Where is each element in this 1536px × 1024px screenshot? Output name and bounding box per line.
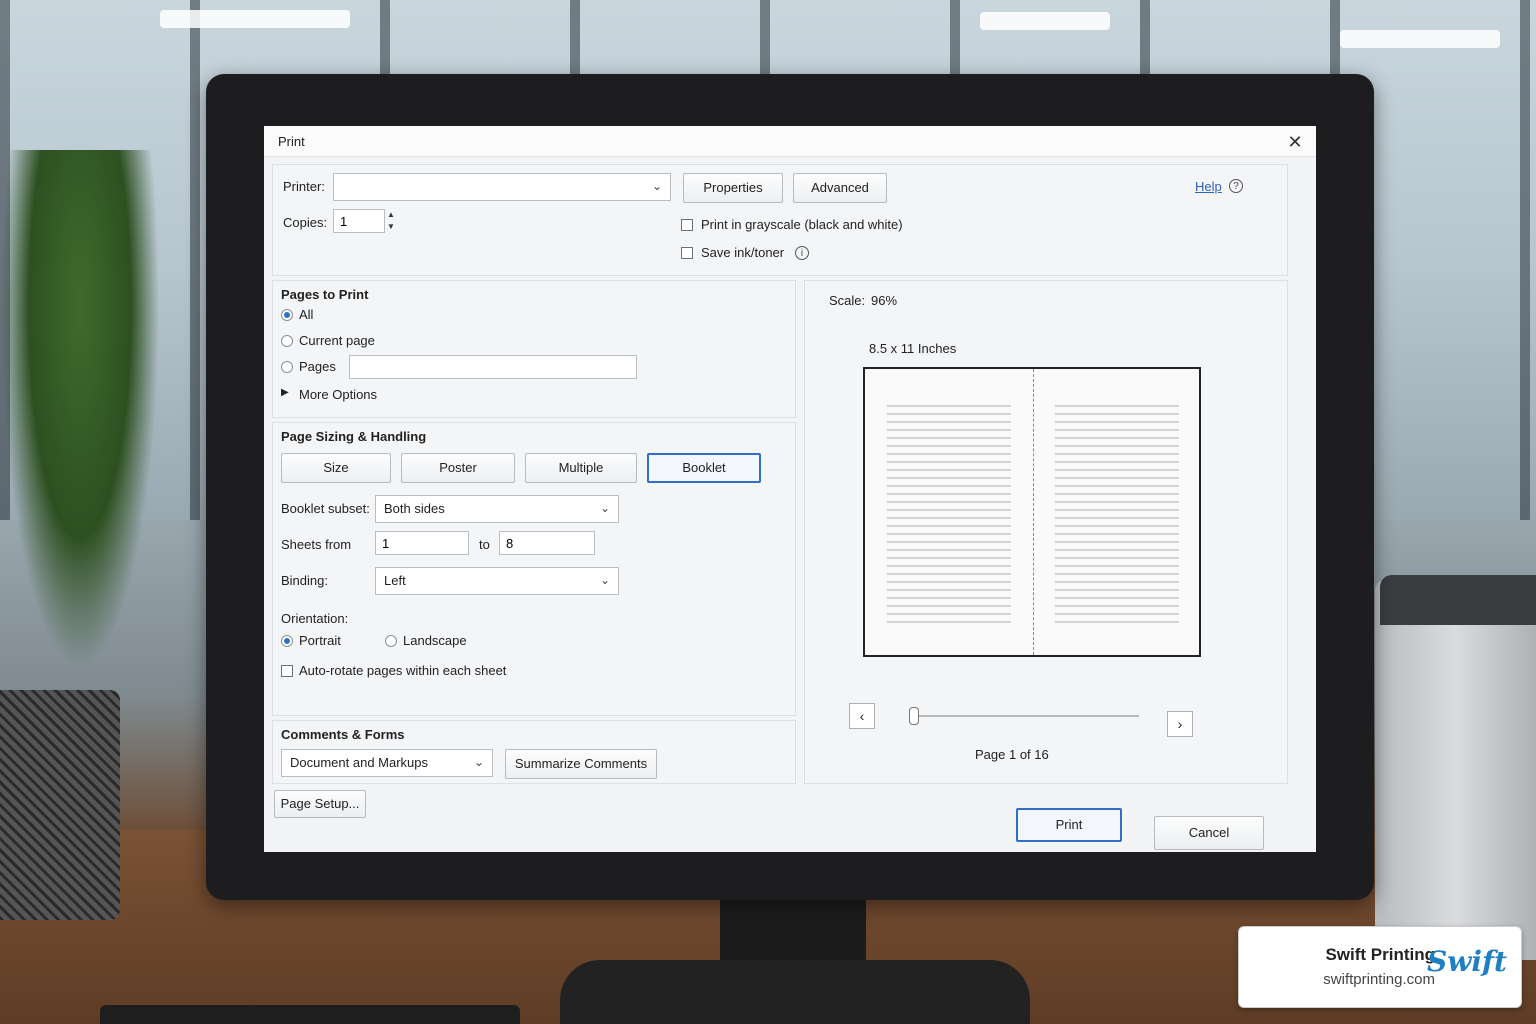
page-setup-button[interactable]: Page Setup... xyxy=(274,790,366,818)
booklet-subset-value: Both sides xyxy=(384,501,445,516)
pen-cup xyxy=(0,690,120,920)
help-link-label[interactable]: Help xyxy=(1195,179,1222,194)
binding-select[interactable]: Left ⌄ xyxy=(375,567,619,595)
comments-forms-value: Document and Markups xyxy=(290,755,429,770)
booklet-preview xyxy=(863,367,1201,657)
chevron-down-icon: ⌄ xyxy=(651,179,662,193)
multiple-button[interactable]: Multiple xyxy=(525,453,637,483)
monitor-stand-base xyxy=(560,960,1030,1024)
pages-to-print-title: Pages to Print xyxy=(281,287,369,302)
grayscale-checkbox[interactable] xyxy=(681,219,693,231)
sheets-to-label: to xyxy=(479,537,490,552)
info-icon[interactable]: i xyxy=(795,246,809,260)
binding-label: Binding: xyxy=(281,573,328,588)
brand-url: swiftprinting.com xyxy=(1323,971,1435,988)
chevron-right-icon[interactable]: › xyxy=(1167,711,1193,737)
booklet-button[interactable]: Booklet xyxy=(647,453,761,483)
printer-top xyxy=(1380,575,1536,625)
radio-pages[interactable] xyxy=(281,361,293,373)
printer-device xyxy=(1375,580,1536,960)
chevron-down-icon: ⌄ xyxy=(599,573,610,587)
help-icon[interactable]: ? xyxy=(1229,179,1243,193)
page-indicator: Page 1 of 16 xyxy=(975,747,1049,762)
help-link[interactable]: Help xyxy=(1195,179,1222,194)
size-button[interactable]: Size xyxy=(281,453,391,483)
save-ink-label: Save ink/toner xyxy=(701,245,785,260)
copies-input[interactable] xyxy=(333,209,385,233)
radio-current-page-label: Current page xyxy=(299,333,375,348)
comments-forms-panel: Comments & Forms Document and Markups ⌄ … xyxy=(272,720,796,784)
print-button[interactable]: Print xyxy=(1016,808,1122,842)
comments-forms-title: Comments & Forms xyxy=(281,727,405,742)
ceiling-light xyxy=(980,12,1110,30)
booklet-subset-label: Booklet subset: xyxy=(281,501,370,516)
autorotate-checkbox[interactable] xyxy=(281,665,293,677)
brand-name: Swift Printing xyxy=(1325,945,1435,964)
page-slider-thumb[interactable] xyxy=(909,707,919,725)
printer-panel: Printer: ⌄ Properties Advanced Help ? Co… xyxy=(272,164,1288,276)
copies-label: Copies: xyxy=(283,215,328,230)
preview-left-page xyxy=(887,405,1011,625)
radio-landscape[interactable] xyxy=(385,635,397,647)
dialog-title: Print xyxy=(278,134,305,149)
keyboard xyxy=(100,1005,520,1024)
more-options-label[interactable]: More Options xyxy=(299,387,377,402)
page-sizing-title: Page Sizing & Handling xyxy=(281,429,427,444)
summarize-comments-button[interactable]: Summarize Comments xyxy=(505,749,657,779)
pages-range-input[interactable] xyxy=(349,355,637,379)
copies-stepper[interactable]: ▲ ▼ xyxy=(387,209,395,233)
ceiling-light xyxy=(1340,30,1500,48)
properties-button[interactable]: Properties xyxy=(683,173,783,203)
paper-size-label: 8.5 x 11 Inches xyxy=(869,341,957,356)
booklet-subset-select[interactable]: Both sides ⌄ xyxy=(375,495,619,523)
radio-portrait-label: Portrait xyxy=(299,633,341,648)
orientation-label: Orientation: xyxy=(281,611,349,626)
radio-all-label: All xyxy=(299,307,314,322)
chevron-down-icon: ⌄ xyxy=(473,755,484,769)
brand-logo: Swift xyxy=(1427,945,1507,978)
office-plant xyxy=(0,150,160,670)
autorotate-label: Auto-rotate pages within each sheet xyxy=(299,663,507,678)
dialog-titlebar: Print ✕ xyxy=(264,126,1316,157)
chevron-down-icon: ⌄ xyxy=(599,501,610,515)
close-icon[interactable]: ✕ xyxy=(1284,131,1306,153)
pages-to-print-panel: Pages to Print All Current page Pages ▶ … xyxy=(272,280,796,418)
sheets-from-input[interactable] xyxy=(375,531,469,555)
save-ink-checkbox[interactable] xyxy=(681,247,693,259)
fold-line xyxy=(1033,369,1034,655)
advanced-button[interactable]: Advanced xyxy=(793,173,887,203)
radio-portrait[interactable] xyxy=(281,635,293,647)
printer-label: Printer: xyxy=(283,179,325,194)
radio-all[interactable] xyxy=(281,309,293,321)
sheets-to-input[interactable] xyxy=(499,531,595,555)
preview-right-page xyxy=(1055,405,1179,625)
grayscale-label: Print in grayscale (black and white) xyxy=(701,217,903,232)
page-sizing-panel: Page Sizing & Handling Size Poster Multi… xyxy=(272,422,796,716)
binding-value: Left xyxy=(384,573,406,588)
scale-label: Scale: xyxy=(829,293,866,308)
brand-badge: Swift Printing swiftprinting.com Swift xyxy=(1238,926,1522,1008)
triangle-right-icon[interactable]: ▶ xyxy=(281,387,289,398)
radio-landscape-label: Landscape xyxy=(403,633,467,648)
sheets-from-label: Sheets from xyxy=(281,537,352,552)
screen: Print ✕ Printer: ⌄ Properties Advanced H… xyxy=(264,126,1316,852)
preview-panel: Scale: 96% 8.5 x 11 Inches ‹ › Page 1 of… xyxy=(804,280,1288,784)
radio-pages-label: Pages xyxy=(299,359,336,374)
radio-current-page[interactable] xyxy=(281,335,293,347)
print-dialog: Print ✕ Printer: ⌄ Properties Advanced H… xyxy=(264,126,1316,852)
ceiling-light xyxy=(160,10,350,28)
poster-button[interactable]: Poster xyxy=(401,453,515,483)
cancel-button[interactable]: Cancel xyxy=(1154,816,1264,850)
scale-value: 96% xyxy=(871,293,898,308)
monitor: Print ✕ Printer: ⌄ Properties Advanced H… xyxy=(206,74,1374,900)
chevron-left-icon[interactable]: ‹ xyxy=(849,703,875,729)
page-slider-track[interactable] xyxy=(909,715,1139,717)
printer-select[interactable]: ⌄ xyxy=(333,173,671,201)
comments-forms-select[interactable]: Document and Markups ⌄ xyxy=(281,749,493,777)
